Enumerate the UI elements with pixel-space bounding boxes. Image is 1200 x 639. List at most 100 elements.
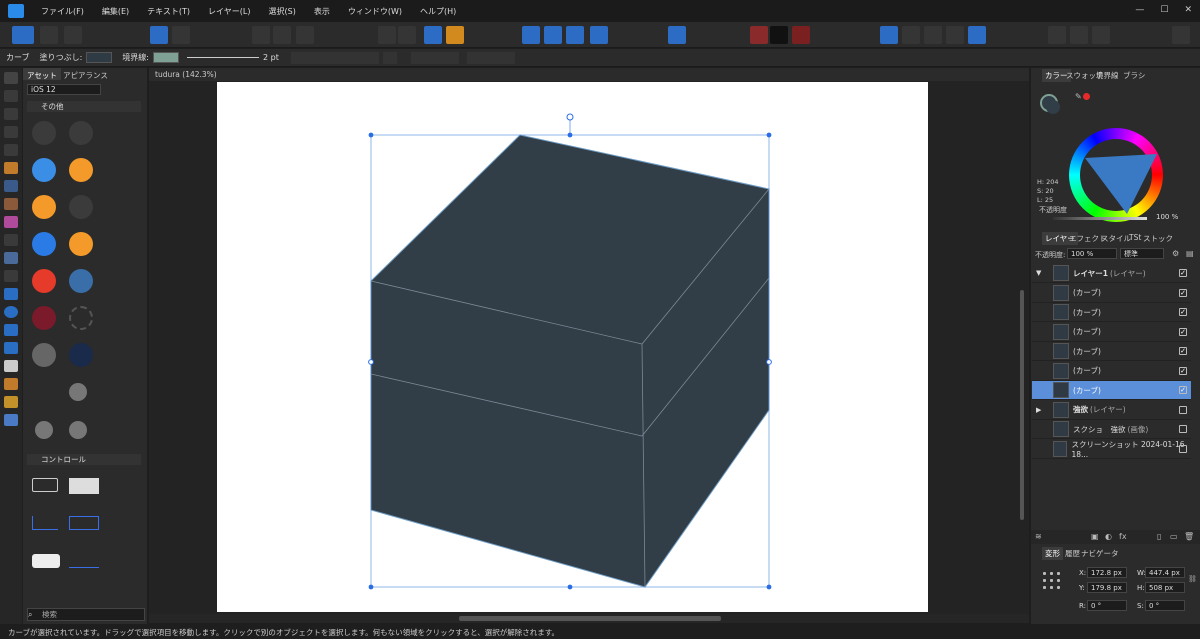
layer-row[interactable]: (カーブ) ✓	[1032, 323, 1191, 342]
cube-drawing[interactable]	[217, 82, 928, 612]
layer-row[interactable]: (カーブ) ✓	[1032, 284, 1191, 303]
flag-icon[interactable]	[69, 232, 93, 256]
minimize-icon[interactable]: —	[1135, 5, 1144, 15]
y-field[interactable]: 179.8 px	[1087, 582, 1127, 593]
expand-arrow-icon[interactable]: ▼	[1036, 269, 1041, 277]
share-icon[interactable]	[64, 26, 82, 44]
archive-icon[interactable]	[69, 269, 93, 293]
gear-icon[interactable]: ⚙	[1172, 249, 1179, 258]
mask-icon[interactable]: ▣	[1091, 532, 1099, 541]
menu-layer[interactable]: レイヤー(L)	[199, 6, 259, 17]
fx-icon[interactable]: fx	[1119, 532, 1127, 541]
color-wheel[interactable]	[1069, 128, 1163, 222]
speech-bubble-tool-icon[interactable]	[4, 342, 18, 354]
handle-l[interactable]	[368, 359, 374, 365]
layer-row[interactable]: (カーブ) ✓	[1032, 303, 1191, 322]
h-field[interactable]: 508 px	[1145, 582, 1185, 593]
tab-stroke[interactable]: 境界線	[1096, 70, 1119, 81]
recent-color-swatch[interactable]	[1083, 93, 1090, 100]
tab-history[interactable]: 履歴	[1065, 548, 1080, 559]
textfield-control-asset[interactable]	[32, 516, 58, 530]
user-account-icon[interactable]	[1172, 26, 1190, 44]
fill-color-well[interactable]	[1046, 100, 1060, 114]
boolean-add-icon[interactable]	[378, 26, 396, 44]
underline-control-asset[interactable]	[69, 554, 99, 568]
align-left-icons[interactable]	[410, 51, 459, 64]
spinner-icon[interactable]	[69, 306, 93, 330]
boolean-union-icon[interactable]	[1048, 26, 1066, 44]
handle-r[interactable]	[766, 359, 772, 365]
reply-icon[interactable]	[32, 232, 56, 256]
avatar-iphone-xs-badge-icon[interactable]	[69, 421, 87, 439]
insert-front-icon[interactable]	[946, 26, 964, 44]
section-header-other[interactable]: その他	[27, 101, 141, 112]
layer-row[interactable]: (カーブ) ✓	[1032, 342, 1191, 361]
corner-tool-icon[interactable]	[4, 126, 18, 138]
insert-behind-icon[interactable]	[880, 26, 898, 44]
avatar-icon[interactable]	[32, 343, 56, 367]
pen-tool-icon[interactable]	[4, 162, 18, 174]
brush-tool-icon[interactable]	[4, 198, 18, 210]
node-tool-icon[interactable]	[382, 51, 397, 64]
avatar-iphone-xs-icon[interactable]	[69, 383, 87, 401]
fill-tool-icon[interactable]	[4, 216, 18, 228]
stroke-swatch[interactable]	[153, 52, 180, 63]
texture-icon[interactable]	[32, 306, 56, 330]
insert-top-icon[interactable]	[902, 26, 920, 44]
menu-edit[interactable]: 編集(E)	[93, 6, 138, 17]
rotate-handle[interactable]	[566, 113, 574, 121]
label-control-asset[interactable]	[69, 516, 99, 530]
frame-text-tool-icon[interactable]	[4, 360, 18, 372]
layer-visibility-checkbox[interactable]: ✓	[1179, 288, 1187, 297]
handle-tr[interactable]	[766, 132, 772, 138]
shear-field[interactable]: 0 °	[1145, 600, 1185, 611]
snapping-grid-icon[interactable]	[750, 26, 768, 44]
boolean-xor-icon[interactable]	[1092, 26, 1110, 44]
link-icon[interactable]: ⛓	[1188, 575, 1197, 583]
menu-text[interactable]: テキスト(T)	[138, 6, 199, 17]
list-icon[interactable]	[32, 121, 56, 145]
move-tool-icon[interactable]	[4, 72, 18, 84]
invert-selection-icon[interactable]	[296, 26, 314, 44]
arrange-icon[interactable]	[446, 26, 464, 44]
insert-inside-icon[interactable]	[924, 26, 942, 44]
spiral-tool-icon[interactable]	[4, 144, 18, 156]
flip-horizontal-icon[interactable]	[522, 26, 540, 44]
artboard-tool-icon[interactable]	[4, 90, 18, 102]
preferences-icon[interactable]	[172, 26, 190, 44]
align-icon[interactable]	[668, 26, 686, 44]
rotation-field[interactable]: 0 °	[1087, 600, 1127, 611]
radio-button-icon[interactable]	[69, 343, 93, 367]
trash-icon[interactable]	[32, 269, 56, 293]
tab-brushes[interactable]: ブラシ	[1123, 70, 1145, 81]
tab-appearance[interactable]: アピアランス	[59, 68, 112, 80]
layer-row[interactable]: スクリーンショット 2024-01-16 18...	[1032, 440, 1191, 459]
layer-visibility-checkbox[interactable]: ✓	[1179, 308, 1187, 316]
menu-help[interactable]: ヘルプ(H)	[411, 6, 465, 17]
align-top-icons[interactable]	[466, 51, 515, 64]
color-picker-tool-icon[interactable]	[4, 378, 18, 390]
cube-shape[interactable]	[370, 134, 770, 588]
layer-visibility-checkbox[interactable]: ✓	[1179, 269, 1187, 277]
layer-row[interactable]: スクショ 強欲 (画像)	[1032, 420, 1191, 439]
assistant-icon[interactable]	[150, 26, 168, 44]
layer-row[interactable]: ▶ 強欲 (レイヤー)	[1032, 401, 1191, 420]
rounded-rect-tool-icon[interactable]	[4, 324, 18, 336]
layer-visibility-checkbox[interactable]: ✓	[1179, 366, 1187, 375]
tab-assets[interactable]: アセット	[23, 68, 61, 80]
apple-pay-icon[interactable]	[29, 386, 57, 398]
layer-row[interactable]: (カーブ) ✓	[1032, 362, 1191, 381]
menu-view[interactable]: 表示	[305, 6, 339, 17]
layer-row[interactable]: (カーブ) ✓	[1032, 381, 1191, 400]
button-control-asset[interactable]	[32, 478, 58, 492]
scrollbar-thumb[interactable]	[459, 616, 721, 621]
layer-visibility-checkbox[interactable]	[1179, 405, 1187, 414]
x-field[interactable]: 172.8 px	[1087, 567, 1127, 578]
rotate-right-icon[interactable]	[590, 26, 608, 44]
tab-text-styles[interactable]: TSt	[1129, 233, 1141, 242]
document-tab[interactable]: tudura (142.3%)	[149, 68, 1029, 81]
horizontal-scrollbar[interactable]	[149, 614, 1029, 623]
pixel-persona-icon[interactable]	[40, 26, 58, 44]
lock-icon[interactable]: ▤	[1186, 249, 1194, 258]
rotate-left-icon[interactable]	[566, 26, 584, 44]
